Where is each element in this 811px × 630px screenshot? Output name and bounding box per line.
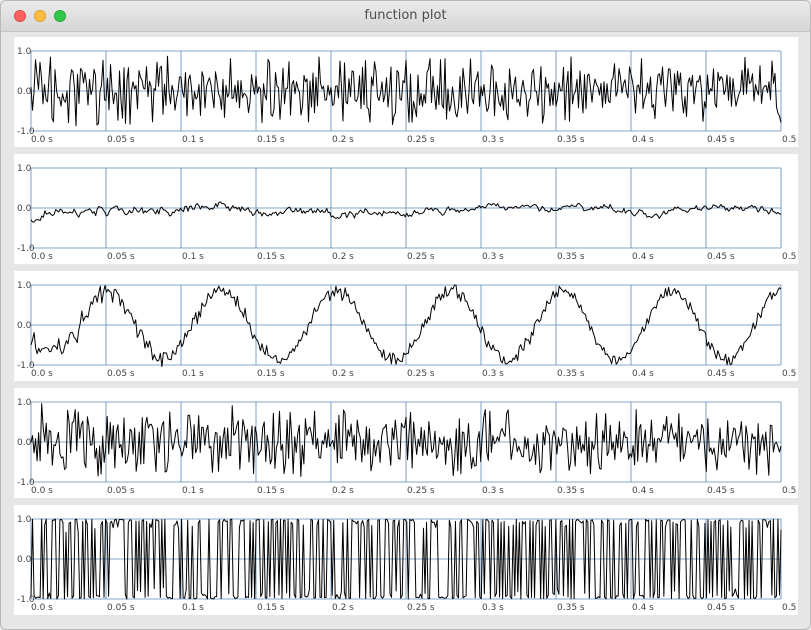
y-tick-label: 1.0	[17, 398, 32, 408]
chart-1: 1.00.0-1.00.0 s 0.05 s 0.1 s 0.15 s 0.2 s 0.2…	[17, 47, 796, 145]
x-tick-label: 0.3 s	[482, 369, 504, 379]
x-tick-label: 0.05 s	[107, 603, 135, 613]
x-tick-label: 0.1 s	[182, 252, 204, 262]
x-tick-label: 0.2 s	[332, 486, 354, 496]
x-tick-label: 0.4 s	[632, 486, 654, 496]
x-tick-label: 0.0 s	[31, 369, 53, 379]
x-tick-label: 0.15 s	[257, 603, 285, 613]
x-tick-label: 0.5	[782, 135, 796, 145]
app-window: function plot 1.0 0.0 -1.0 0.0 s 0.05 s 0.1 s…	[0, 0, 811, 630]
chart-4: 1.00.0-1.00.0 s 0.05 s 0.1 s 0.15 s 0.2 s 0.2…	[17, 398, 796, 496]
x-tick-label: 0.5	[782, 252, 796, 262]
y-tick-label: 1.0	[17, 164, 32, 174]
x-tick-label: 0.4 s	[632, 252, 654, 262]
x-tick-label: 0.35 s	[557, 369, 585, 379]
window-title: function plot	[364, 8, 447, 23]
x-tick-label: 0.45 s	[707, 486, 735, 496]
x-tick-label: 0.0 s	[31, 486, 53, 496]
x-tick-label: 0.2 s	[332, 252, 354, 262]
x-tick-label: 0.1 s	[182, 486, 204, 496]
chart-5: 1.00.0-1.00.0 s 0.05 s 0.1 s 0.15 s 0.2 s 0.2…	[17, 515, 796, 613]
plot-panel-3[interactable]: 1.0 0.0 -1.0 0.0 s 0.05 s 0.1 s 0.15 s 0.2 s 0.2…	[14, 271, 798, 381]
x-tick-label: 0.35 s	[557, 486, 585, 496]
x-tick-label: 0.15 s	[257, 369, 285, 379]
x-tick-label: 0.25 s	[407, 252, 435, 262]
x-tick-label: 0.5	[782, 486, 796, 496]
plot-panel-5[interactable]: 1.0 0.0 -1.0 0.0 s 0.05 s 0.1 s 0.15 s 0.2 s 0.2…	[14, 505, 798, 615]
y-tick-label: 1.0	[17, 47, 32, 57]
x-tick-label: 0.1 s	[182, 603, 204, 613]
x-tick-label: 0.15 s	[257, 486, 285, 496]
x-tick-label: 0.4 s	[632, 603, 654, 613]
x-tick-label: 0.3 s	[482, 486, 504, 496]
x-tick-label: 0.35 s	[557, 135, 585, 145]
y-tick-label: 0.0	[17, 321, 32, 331]
x-tick-label: 0.25 s	[407, 603, 435, 613]
plot-panel-4[interactable]: 1.0 0.0 -1.0 0.0 s 0.05 s 0.1 s 0.15 s 0.2 s 0.2…	[14, 388, 798, 498]
x-tick-label: 0.5	[782, 603, 796, 613]
title-bar[interactable]: function plot	[1, 1, 810, 32]
plot-panel-2[interactable]: 1.0 0.0 -1.0 0.0 s 0.05 s 0.1 s 0.15 s 0.2 s 0.2…	[14, 154, 798, 264]
plot-panel-1[interactable]: 1.0 0.0 -1.0 0.0 s 0.05 s 0.1 s 0.15 s 0.2 s 0.2…	[14, 37, 798, 147]
x-tick-label: 0.3 s	[482, 252, 504, 262]
x-tick-label: 0.05 s	[107, 486, 135, 496]
x-tick-label: 0.25 s	[407, 135, 435, 145]
x-tick-label: 0.2 s	[332, 603, 354, 613]
x-tick-label: 0.25 s	[407, 486, 435, 496]
chart-3: 1.00.0-1.00.0 s 0.05 s 0.1 s 0.15 s 0.2 s 0.2…	[17, 281, 796, 379]
x-tick-label: 0.45 s	[707, 369, 735, 379]
x-tick-label: 0.3 s	[482, 603, 504, 613]
x-tick-label: 0.5	[782, 369, 796, 379]
x-tick-label: 0.0 s	[31, 252, 53, 262]
x-tick-label: 0.15 s	[257, 135, 285, 145]
x-tick-label: 0.0 s	[31, 135, 53, 145]
x-tick-label: 0.4 s	[632, 369, 654, 379]
x-tick-label: 0.15 s	[257, 252, 285, 262]
x-tick-label: 0.2 s	[332, 369, 354, 379]
x-tick-label: 0.45 s	[707, 135, 735, 145]
y-tick-label: 0.0	[17, 555, 32, 565]
x-tick-label: 0.4 s	[632, 135, 654, 145]
x-tick-label: 0.05 s	[107, 369, 135, 379]
y-tick-label: 1.0	[17, 515, 32, 525]
y-tick-label: 0.0	[17, 87, 32, 97]
y-tick-label: 1.0	[17, 281, 32, 291]
chart-2: 1.00.0-1.00.0 s 0.05 s 0.1 s 0.15 s 0.2 s 0.2…	[17, 164, 796, 262]
x-tick-label: 0.2 s	[332, 135, 354, 145]
x-tick-label: 0.1 s	[182, 369, 204, 379]
x-tick-label: 0.05 s	[107, 252, 135, 262]
x-tick-label: 0.35 s	[557, 252, 585, 262]
x-tick-label: 0.35 s	[557, 603, 585, 613]
y-tick-label: 0.0	[17, 438, 32, 448]
x-tick-label: 0.45 s	[707, 252, 735, 262]
x-tick-label: 0.05 s	[107, 135, 135, 145]
x-tick-label: 0.0 s	[31, 603, 53, 613]
y-tick-label: 0.0	[17, 204, 32, 214]
x-tick-label: 0.45 s	[707, 603, 735, 613]
x-tick-label: 0.1 s	[182, 135, 204, 145]
x-tick-label: 0.25 s	[407, 369, 435, 379]
x-tick-label: 0.3 s	[482, 135, 504, 145]
